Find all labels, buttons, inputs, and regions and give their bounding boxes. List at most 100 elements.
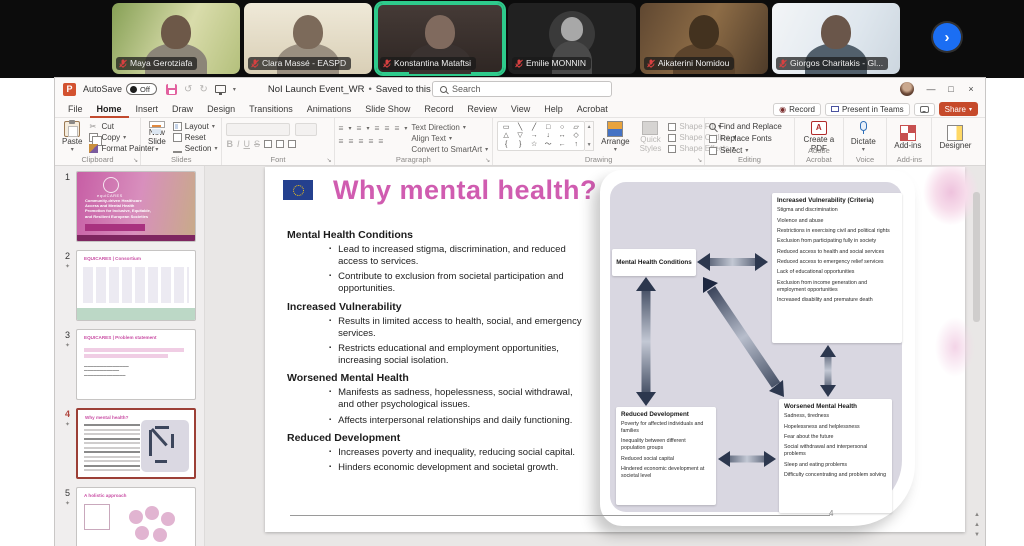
find-and-replace-button[interactable]: Find and Replace [709,122,782,131]
participant-tile-5[interactable]: Aikaterini Nomidou [640,3,768,74]
font-name-select[interactable] [226,123,290,136]
shape-icon[interactable]: △ [503,131,508,139]
shape-icon[interactable]: ↑ [574,141,578,148]
tab-acrobat[interactable]: Acrobat [570,100,615,118]
shape-icon[interactable]: ↔ [559,132,566,139]
diagram-box-mental-health-conditions[interactable]: Mental Health Conditions [612,249,696,276]
tab-animations[interactable]: Animations [300,100,359,118]
new-slide-button[interactable]: New Slide ▾ [145,121,169,154]
diagram-box-worsened-mental-health[interactable]: Worsened Mental Health Sadness, tirednes… [779,399,892,513]
customize-toolbar-icon[interactable]: ▾ [233,86,236,93]
text-direction-button[interactable]: Text Direction▾ [411,123,488,132]
participant-tile-2[interactable]: Clara Massé - EASPD [244,3,372,74]
select-button[interactable]: Select▾ [709,146,782,155]
tab-insert[interactable]: Insert [129,100,166,118]
close-button[interactable]: × [961,78,981,100]
reset-button[interactable]: Reset [173,133,218,142]
tab-home[interactable]: Home [90,100,129,118]
slide-thumbnail-4-selected[interactable]: Why mental health? [76,408,196,479]
shape-icon[interactable]: ◇ [573,131,578,139]
shape-icon[interactable]: } [519,141,521,148]
redo-icon[interactable]: ↻ [199,84,207,95]
shape-icon[interactable]: ╲ [518,123,522,131]
bold-button[interactable]: B [226,139,233,149]
align-center-button[interactable]: ≡ [349,136,354,146]
tab-view[interactable]: View [504,100,537,118]
scroll-down-icon[interactable]: ▼ [587,142,592,148]
scroll-up-icon[interactable]: ▲ [587,124,592,130]
minimize-button[interactable]: — [921,78,941,100]
present-in-teams-button[interactable]: Present in Teams [825,103,910,116]
scrollbar-thumb[interactable] [973,192,980,322]
justify-button[interactable]: ≡ [368,136,373,146]
arrange-button[interactable]: Arrange ▾ [598,121,632,154]
shape-icon[interactable]: ～ [545,139,552,149]
shapes-scrollbar[interactable]: ▲ ▼ [585,121,594,151]
increase-indent-button[interactable]: ≡ [384,123,389,133]
dictate-button[interactable]: Dictate ▾ [848,121,879,154]
font-color-button[interactable] [288,140,296,148]
shape-icon[interactable]: ▽ [517,131,522,139]
slideshow-icon[interactable] [215,85,226,93]
align-text-button[interactable]: Align Text▾ [411,134,488,143]
slide-body-text[interactable]: Mental Health Conditions ▪Lead to increa… [287,224,589,477]
dialog-launcher-icon[interactable]: ↘ [697,157,702,164]
strikethrough-button[interactable]: S [254,139,260,149]
next-slide-button[interactable]: ▼ [972,532,982,538]
slide-thumbnail-2[interactable]: EQUICARES | Consortium [76,250,196,321]
tab-slide-show[interactable]: Slide Show [358,100,417,118]
align-right-button[interactable]: ≡ [358,136,363,146]
convert-to-smartart-button[interactable]: Convert to SmartArt▾ [411,145,488,154]
character-spacing-button[interactable] [276,140,284,148]
italic-button[interactable]: I [237,139,240,149]
participant-tile-4[interactable]: Emilie MONNIN [508,3,636,74]
add-ins-button[interactable]: Add-ins [891,121,924,154]
tab-draw[interactable]: Draw [165,100,200,118]
editor-scrollbar[interactable] [972,172,981,506]
account-avatar[interactable] [900,82,914,96]
shape-icon[interactable]: ← [559,141,566,148]
shape-icon[interactable]: → [531,132,538,139]
next-participants-button[interactable]: › [933,23,961,51]
shape-icon[interactable]: ▱ [573,123,578,131]
tab-transitions[interactable]: Transitions [242,100,300,118]
slide-thumbnail-1[interactable]: equiCARES Community-driven Healthcare Ac… [76,171,196,242]
tab-help[interactable]: Help [537,100,570,118]
previous-slide-button[interactable]: ▲ [972,522,982,528]
paste-button[interactable]: Paste ▾ [59,121,85,154]
shape-icon[interactable]: ▭ [503,123,510,131]
undo-icon[interactable]: ↺ [184,84,192,95]
slide-thumbnail-5[interactable]: A holistic approach [76,487,196,546]
document-title[interactable]: NoI Launch Event_WR • Saved to this PC ∨ [268,84,456,95]
bullets-button[interactable]: ≡ [339,123,344,133]
dialog-launcher-icon[interactable]: ↘ [485,157,490,164]
diagram-box-reduced-development[interactable]: Reduced Development Poverty for affected… [616,407,716,505]
section-button[interactable]: Section▾ [173,144,218,153]
participant-tile-3-active-speaker[interactable]: Konstantina Mataftsi [376,3,504,74]
diagram-card[interactable]: Mental Health Conditions Increased Vulne… [600,170,915,526]
scroll-up-icon[interactable]: ▲ [972,512,982,518]
designer-button[interactable]: Designer [936,121,974,154]
tab-file[interactable]: File [61,100,90,118]
shape-icon[interactable]: ☆ [531,140,537,148]
shape-icon[interactable]: ↓ [546,132,550,139]
font-size-select[interactable] [295,123,317,136]
replace-fonts-button[interactable]: Replace Fonts [709,134,782,143]
text-shadow-button[interactable] [264,140,272,148]
quick-styles-button[interactable]: Quick Styles [637,121,665,154]
record-button[interactable]: ◉ Record [773,103,821,116]
columns-button[interactable]: ≡ [378,136,383,146]
save-icon[interactable] [166,84,177,95]
slide-title[interactable]: Why mental health? [333,175,597,206]
tab-design[interactable]: Design [200,100,242,118]
shape-icon[interactable]: □ [546,124,550,131]
comments-button[interactable] [914,103,935,116]
underline-button[interactable]: U [244,139,251,149]
autosave-toggle[interactable]: Off [126,83,157,95]
restore-button[interactable]: □ [941,78,961,100]
slide-thumbnail-3[interactable]: EQUICARES | Problem statement ▬▬▬▬▬▬▬▬▬▬… [76,329,196,400]
shapes-gallery[interactable]: ▭╲╱□○▱ △▽→↓↔◇ {}☆～←↑ [497,121,585,151]
shape-icon[interactable]: { [505,141,507,148]
participant-tile-1[interactable]: Maya Gerotziafa [112,3,240,74]
line-spacing-button[interactable]: ≡ [394,123,399,133]
